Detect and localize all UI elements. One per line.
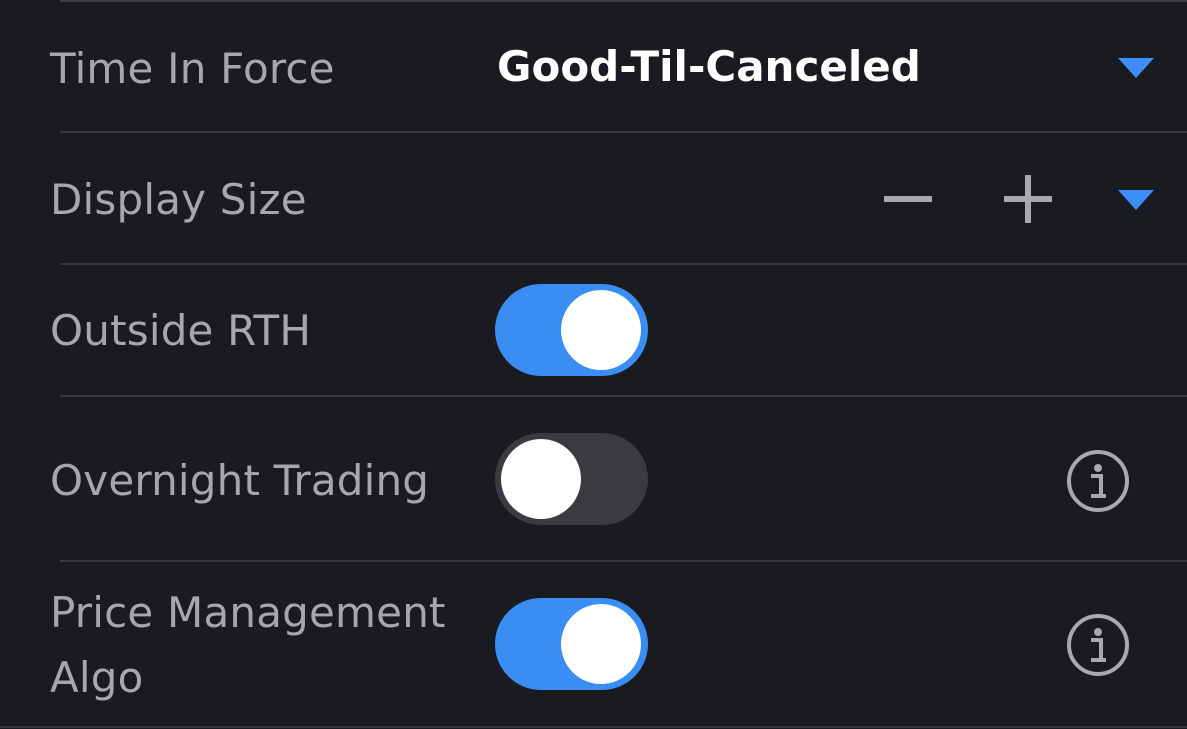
minus-icon[interactable]	[880, 171, 936, 227]
overnight-trading-row: Overnight Trading	[0, 397, 1187, 561]
overnight-trading-label: Overnight Trading	[50, 456, 430, 505]
display-size-label: Display Size	[50, 175, 307, 224]
time-in-force-label: Time In Force	[50, 44, 335, 93]
price-management-algo-row: Price Management Algo	[0, 562, 1187, 727]
price-management-algo-toggle[interactable]	[495, 598, 648, 690]
time-in-force-row[interactable]: Time In Force Good-Til-Canceled	[0, 0, 1187, 132]
overnight-trading-toggle[interactable]	[495, 433, 648, 525]
toggle-knob	[501, 439, 581, 519]
outside-rth-toggle[interactable]	[495, 284, 648, 376]
toggle-knob	[561, 604, 641, 684]
order-settings-panel: Time In Force Good-Til-Canceled Display …	[0, 0, 1187, 729]
caret-down-icon[interactable]	[1118, 190, 1154, 210]
bottom-divider	[0, 726, 1187, 728]
outside-rth-label: Outside RTH	[50, 306, 312, 355]
price-management-algo-label: Price Management Algo	[50, 588, 446, 703]
info-icon[interactable]	[1066, 449, 1130, 513]
info-icon[interactable]	[1066, 613, 1130, 677]
outside-rth-row: Outside RTH	[0, 265, 1187, 396]
display-size-row: Display Size	[0, 133, 1187, 264]
caret-down-icon[interactable]	[1118, 58, 1154, 78]
time-in-force-value[interactable]: Good-Til-Canceled	[497, 42, 921, 91]
toggle-knob	[561, 290, 641, 370]
plus-icon[interactable]	[1000, 171, 1056, 227]
